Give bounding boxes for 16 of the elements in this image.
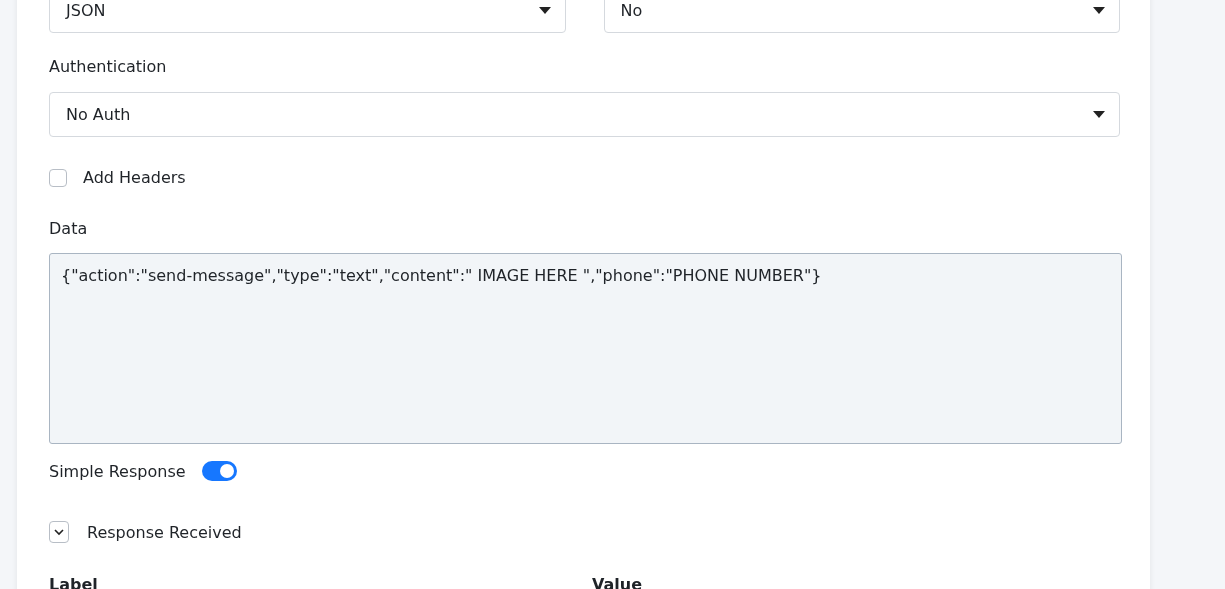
field-label: Authentication <box>49 57 167 76</box>
checkbox[interactable] <box>49 168 67 187</box>
section-title: Response Received <box>87 522 242 542</box>
dropdown-select[interactable]: No <box>603 0 1120 33</box>
authentication-select[interactable]: No Auth <box>49 92 1120 137</box>
toggle-switch[interactable] <box>201 461 237 481</box>
dropdown-caret-icon <box>538 7 551 14</box>
data-textarea[interactable]: {"action":"send-message","type":"text","content":" IMAGE HERE ","phone":"PHONE NUMBER"} <box>49 253 1122 444</box>
dropdown-caret-icon <box>1093 111 1105 118</box>
toggle-label: Simple Response <box>49 461 186 481</box>
chevron-icon <box>54 528 64 536</box>
dropdown-caret-icon <box>1093 7 1105 14</box>
field-label: Data <box>49 219 88 238</box>
collapse-toggle-button[interactable] <box>49 521 69 543</box>
checkbox-label: Add Headers <box>83 168 186 187</box>
dropdown-select[interactable]: JSON <box>49 0 566 33</box>
